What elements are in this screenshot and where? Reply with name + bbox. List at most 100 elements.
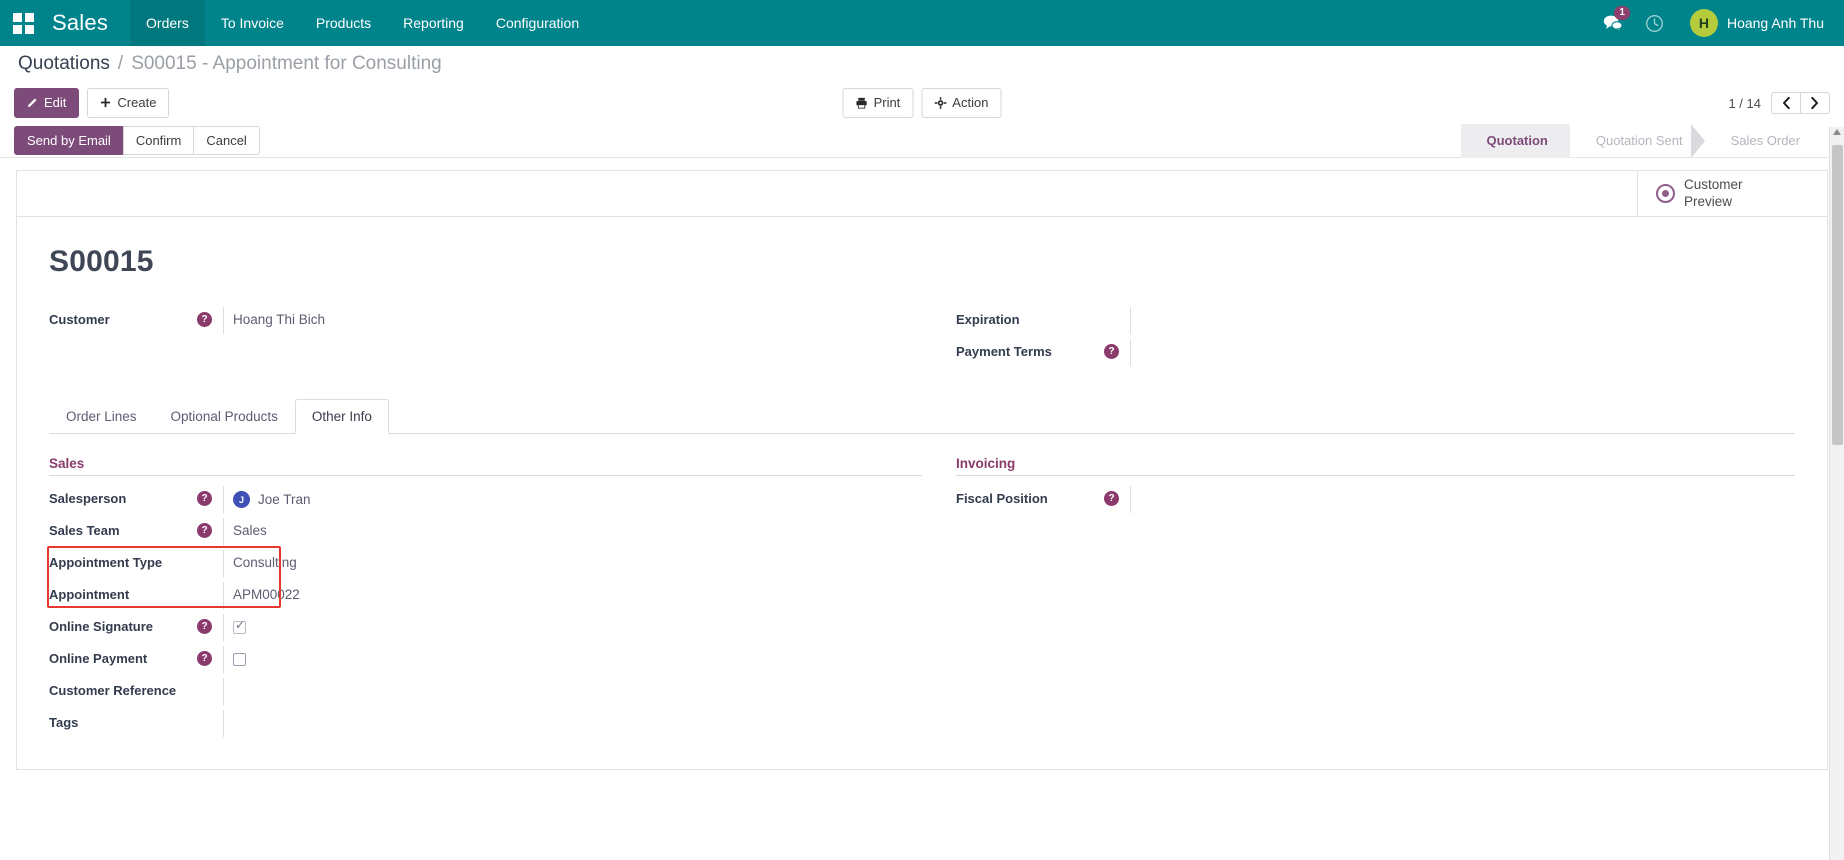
user-name-label: Hoang Anh Thu — [1726, 15, 1824, 31]
avatar: H — [1689, 9, 1718, 37]
field-row-appointment: Appointment APM00022 — [49, 582, 922, 612]
scroll-up-arrow-icon[interactable] — [1833, 129, 1841, 135]
clock-icon — [1646, 14, 1664, 32]
fiscal-position-value[interactable] — [1130, 486, 1270, 513]
nav-menu-orders[interactable]: Orders — [130, 0, 205, 46]
send-by-email-button[interactable]: Send by Email — [14, 125, 124, 156]
help-icon[interactable]: ? — [197, 523, 212, 538]
field-row-tags: Tags — [49, 710, 922, 740]
messages-button[interactable]: 1 — [1594, 0, 1632, 46]
appointment-type-value[interactable]: Consulting — [223, 550, 922, 577]
help-icon[interactable]: ? — [1104, 344, 1119, 359]
top-navbar: Sales Orders To Invoice Products Reporti… — [0, 0, 1844, 46]
online-payment-help: ? — [197, 646, 223, 666]
invoicing-group: Invoicing Fiscal Position ? — [922, 456, 1795, 742]
sales-team-value[interactable]: Sales — [223, 518, 922, 545]
stage-sales-order[interactable]: Sales Order — [1705, 124, 1822, 158]
sales-team-label: Sales Team — [49, 523, 120, 538]
edit-button-label: Edit — [44, 95, 67, 111]
create-button[interactable]: Create — [87, 88, 170, 118]
help-icon[interactable]: ? — [197, 619, 212, 634]
printer-icon — [856, 97, 867, 109]
help-icon[interactable]: ? — [197, 312, 212, 327]
activities-button[interactable] — [1636, 0, 1674, 46]
help-icon[interactable]: ? — [1104, 491, 1119, 506]
cancel-button[interactable]: Cancel — [193, 125, 260, 156]
online-payment-label: Online Payment — [49, 651, 148, 666]
breadcrumb-root-quotations[interactable]: Quotations — [18, 53, 110, 75]
control-panel-center: Print Action — [842, 88, 1002, 118]
payment-terms-value[interactable] — [1130, 339, 1270, 366]
action-button[interactable]: Action — [921, 88, 1002, 118]
help-icon[interactable]: ? — [197, 491, 212, 506]
pager-next-button[interactable] — [1801, 92, 1830, 114]
notebook-tabs: Order Lines Optional Products Other Info — [49, 399, 1795, 434]
appointment-help-spacer — [197, 582, 223, 587]
sales-section-title: Sales — [49, 456, 922, 476]
control-panel-right: 1 / 14 — [1728, 92, 1830, 114]
edit-button[interactable]: Edit — [14, 88, 80, 118]
field-row-salesperson: Salesperson ? J Joe Tran — [49, 486, 922, 516]
nav-menu-reporting[interactable]: Reporting — [387, 0, 480, 46]
field-row-online-payment: Online Payment ? — [49, 646, 922, 676]
customer-label: Customer — [49, 312, 110, 327]
nav-menu-to-invoice[interactable]: To Invoice — [205, 0, 300, 46]
appointment-type-label: Appointment Type — [49, 555, 163, 570]
expiration-help-spacer — [1104, 307, 1130, 312]
vertical-scrollbar[interactable] — [1829, 127, 1844, 860]
nav-menu-products[interactable]: Products — [300, 0, 387, 46]
appointment-value[interactable]: APM00022 — [223, 582, 922, 609]
tags-value[interactable] — [223, 710, 922, 737]
header-fields-grid: Customer ? Hoang Thi Bich Expiration Pay… — [49, 307, 1795, 371]
tags-help-spacer — [197, 710, 223, 715]
online-payment-checkbox[interactable] — [233, 652, 246, 666]
customer-reference-help-spacer — [197, 678, 223, 683]
expiration-label: Expiration — [956, 312, 1020, 327]
stage-quotation[interactable]: Quotation — [1460, 123, 1572, 158]
print-button[interactable]: Print — [842, 88, 914, 118]
confirm-button[interactable]: Confirm — [122, 125, 195, 156]
apps-grid-icon — [12, 12, 34, 34]
field-row-online-signature: Online Signature ? — [49, 614, 922, 644]
apps-menu-button[interactable] — [0, 0, 46, 46]
online-payment-value[interactable] — [223, 646, 922, 673]
expiration-value[interactable] — [1130, 307, 1270, 334]
appointment-label: Appointment — [49, 587, 130, 602]
action-button-label: Action — [952, 95, 989, 111]
customer-value[interactable]: Hoang Thi Bich — [223, 307, 922, 334]
nav-menu-configuration[interactable]: Configuration — [480, 0, 595, 46]
online-signature-value[interactable] — [223, 614, 922, 641]
tab-order-lines[interactable]: Order Lines — [49, 399, 154, 434]
avatar: J — [233, 491, 250, 508]
customer-help: ? — [197, 307, 223, 327]
app-brand-sales[interactable]: Sales — [46, 0, 130, 46]
field-row-customer: Customer ? Hoang Thi Bich — [49, 307, 922, 337]
fiscal-position-help: ? — [1104, 486, 1130, 506]
sales-group: Sales Salesperson ? J Joe Tran Sales Tea… — [47, 456, 922, 742]
customer-preview-label: Customer Preview — [1684, 177, 1743, 211]
tab-other-info[interactable]: Other Info — [294, 399, 389, 434]
pager-previous-button[interactable] — [1771, 92, 1801, 114]
field-row-sales-team: Sales Team ? Sales — [49, 518, 922, 548]
scrollbar-thumb[interactable] — [1832, 145, 1843, 445]
breadcrumb-current-record: S00015 - Appointment for Consulting — [131, 53, 442, 74]
user-menu-button[interactable]: H Hoang Anh Thu — [1678, 9, 1830, 37]
tab-optional-products[interactable]: Optional Products — [154, 399, 295, 434]
salesperson-value[interactable]: J Joe Tran — [223, 486, 922, 513]
customer-reference-value[interactable] — [223, 678, 922, 705]
customer-preview-line2: Preview — [1684, 193, 1733, 209]
field-row-fiscal-position: Fiscal Position ? — [956, 486, 1795, 516]
fiscal-position-label: Fiscal Position — [956, 491, 1048, 506]
help-icon[interactable]: ? — [197, 651, 212, 666]
salesperson-name: Joe Tran — [258, 492, 311, 507]
stage-quotation-sent[interactable]: Quotation Sent — [1570, 123, 1705, 158]
payment-terms-label: Payment Terms — [956, 344, 1052, 359]
create-button-label: Create — [117, 95, 157, 111]
breadcrumb: Quotations / S00015 - Appointment for Co… — [0, 46, 1844, 82]
gear-icon — [934, 97, 947, 109]
customer-preview-button[interactable]: Customer Preview — [1637, 171, 1827, 216]
chevron-right-icon — [1811, 97, 1818, 109]
online-signature-checkbox[interactable] — [233, 618, 246, 634]
field-row-appointment-type: Appointment Type Consulting — [49, 550, 922, 580]
plus-icon — [101, 98, 111, 108]
